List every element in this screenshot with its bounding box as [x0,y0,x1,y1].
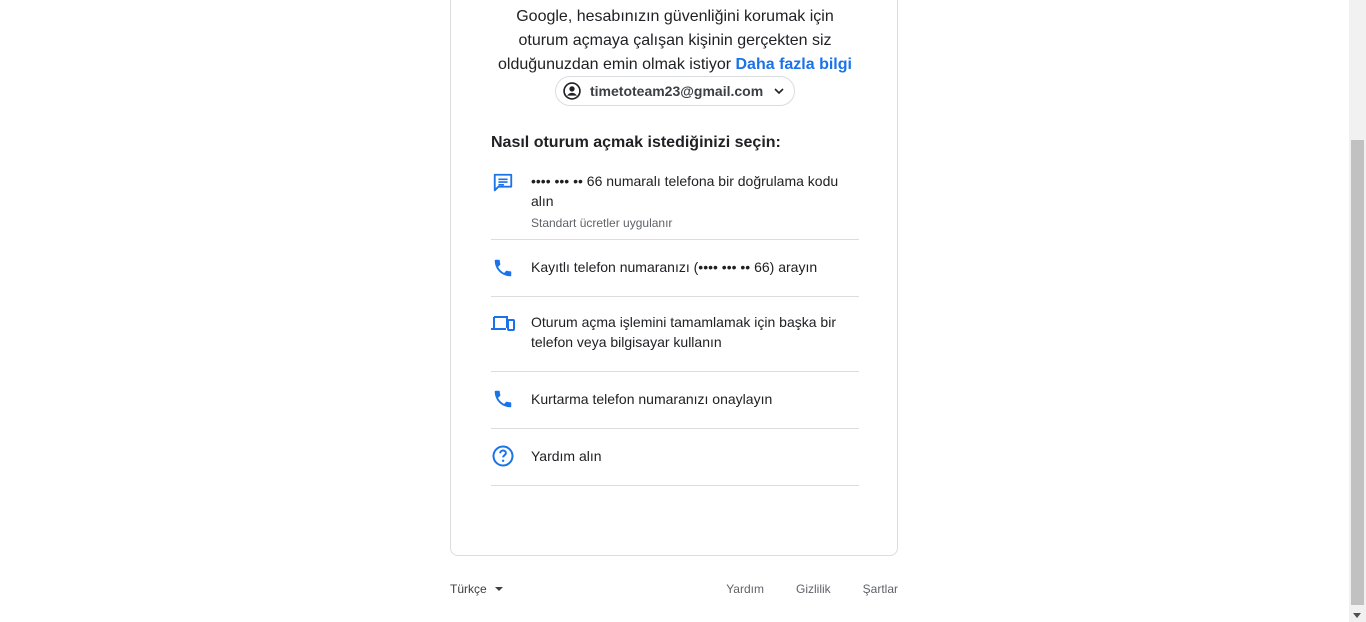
option-label: Oturum açma işlemini tamamlamak için baş… [531,314,836,350]
phone-icon [491,256,515,280]
choose-method-title: Nasıl oturum açmak istediğinizi seçin: [491,134,781,151]
option-get-help[interactable]: Yardım alın [491,429,859,486]
help-icon [491,444,515,468]
caret-down-icon [494,587,503,591]
help-link[interactable]: Yardım [726,582,764,596]
learn-more-link[interactable]: Daha fazla bilgi [736,56,852,73]
intro-line-2: oturum açmaya çalışan kişinin gerçekten … [518,32,832,49]
intro-line-1: Google, hesabınızın güvenliğini korumak … [516,8,834,25]
intro-line-3-text: olduğunuzdan emin olmak istiyor [498,56,732,73]
devices-icon [491,312,515,336]
account-circle-icon [562,81,582,101]
signin-card: Google, hesabınızın güvenliğini korumak … [450,0,898,556]
option-label: Kayıtlı telefon numaranızı (•••• ••• •• … [531,259,818,275]
privacy-link[interactable]: Gizlilik [796,582,831,596]
intro-text: Google, hesabınızın güvenliğini korumak … [451,5,899,77]
scrollbar-thumb[interactable] [1351,140,1364,605]
account-email: timetoteam23@gmail.com [590,83,764,99]
intro-line-3: olduğunuzdan emin olmak istiyor Daha faz… [451,53,899,77]
language-label: Türkçe [450,582,487,596]
option-sublabel: Standart ücretler uygulanır [531,216,673,230]
account-chip[interactable]: timetoteam23@gmail.com [555,76,795,106]
phone-icon [491,387,515,411]
option-label: Kurtarma telefon numaranızı onaylayın [531,391,773,407]
option-sms-code[interactable]: •••• ••• •• 66 numaralı telefona bir doğ… [491,161,859,240]
option-label: •••• ••• •• 66 numaralı telefona bir doğ… [531,173,839,209]
terms-link[interactable]: Şartlar [863,582,898,596]
footer: Türkçe Yardım Gizlilik Şartlar [450,578,898,600]
signin-options-list: •••• ••• •• 66 numaralı telefona bir doğ… [491,161,859,486]
message-icon [491,171,515,195]
option-recovery-phone[interactable]: Kurtarma telefon numaranızı onaylayın [491,372,859,429]
footer-links: Yardım Gizlilik Şartlar [694,578,898,600]
scroll-down-arrow-icon[interactable] [1353,613,1361,618]
option-call-phone[interactable]: Kayıtlı telefon numaranızı (•••• ••• •• … [491,240,859,297]
page: Google, hesabınızın güvenliğini korumak … [0,0,1366,622]
option-label: Yardım alın [531,448,602,464]
chevron-down-icon [772,84,786,98]
option-other-device[interactable]: Oturum açma işlemini tamamlamak için baş… [491,297,859,372]
vertical-scrollbar[interactable] [1349,0,1366,622]
language-selector[interactable]: Türkçe [450,578,503,600]
